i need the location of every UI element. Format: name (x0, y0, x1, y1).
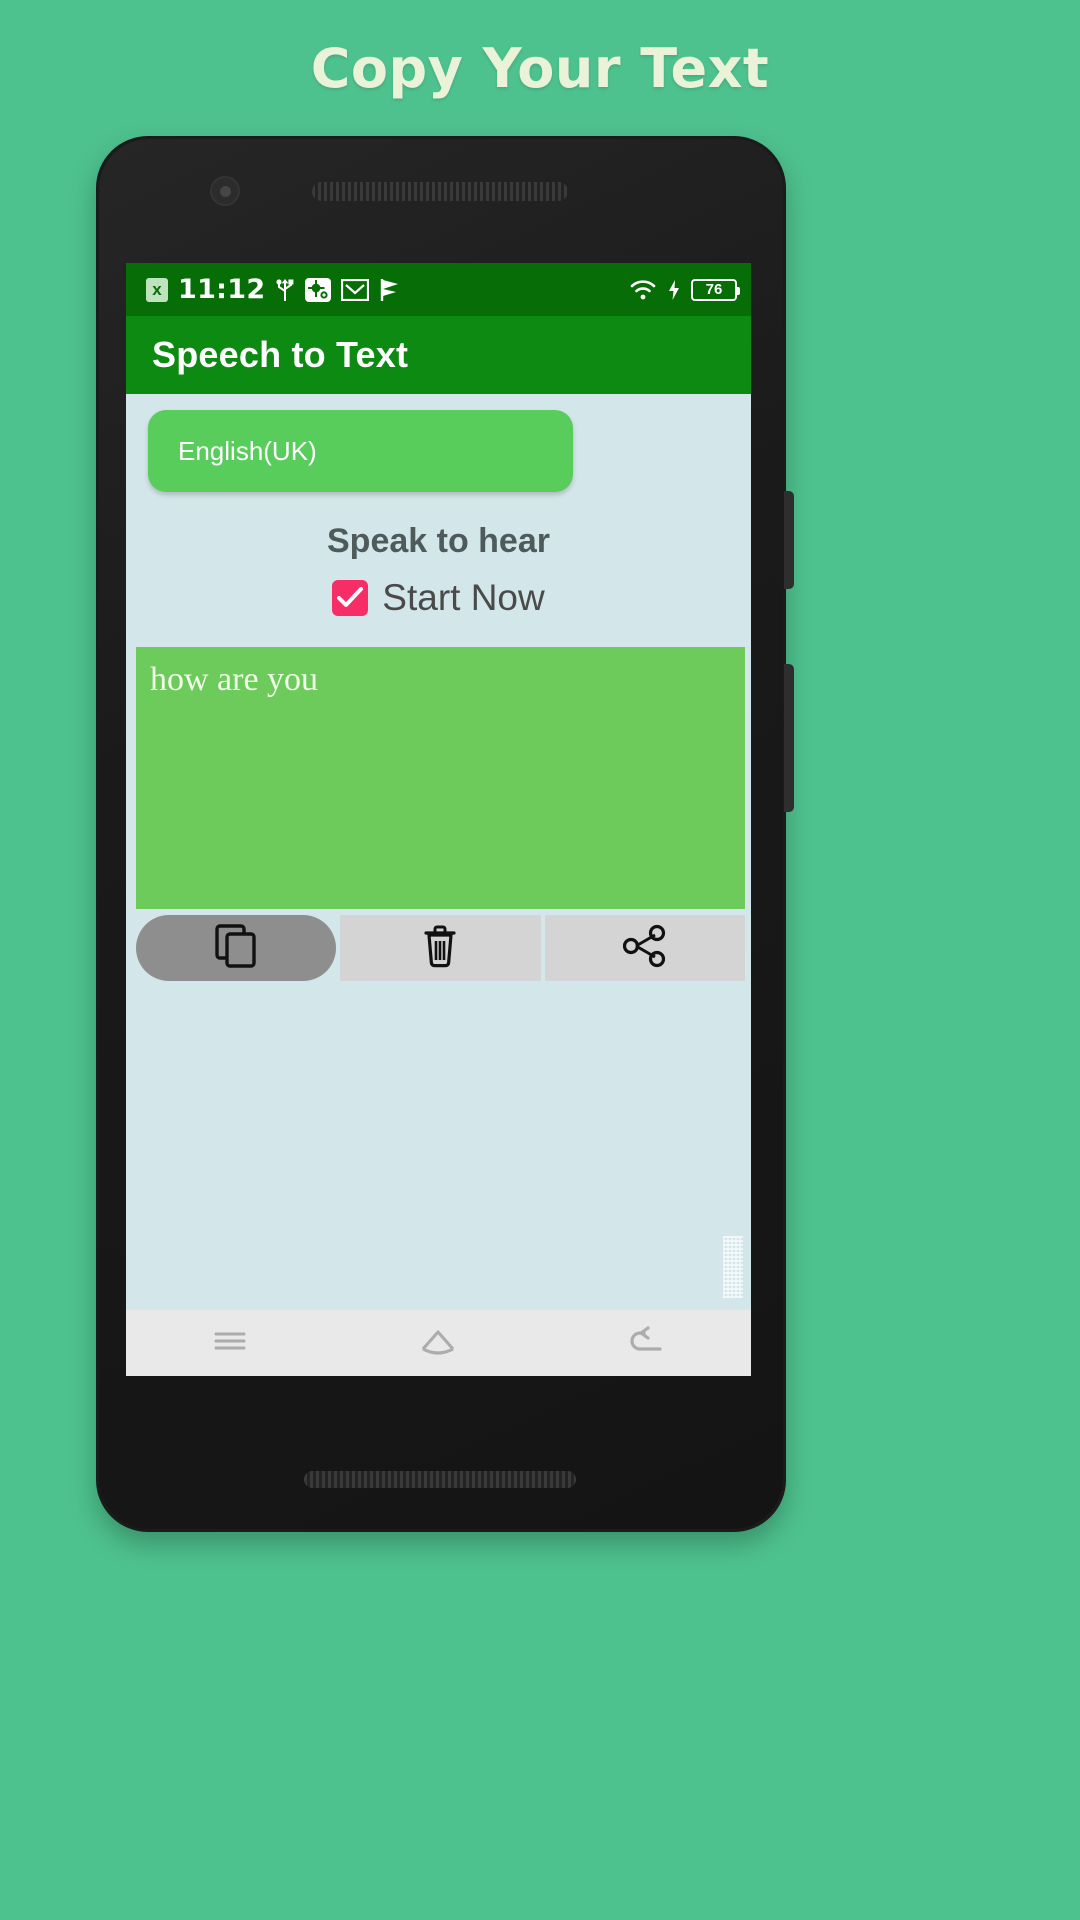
battery-icon: 76 (691, 278, 740, 301)
transcript-text: how are you (150, 661, 319, 698)
front-camera (210, 176, 240, 206)
app-badge-icon: x (146, 277, 168, 302)
action-button-row (136, 915, 745, 981)
delete-button[interactable] (340, 915, 541, 981)
copy-button[interactable] (136, 915, 337, 981)
status-bar-right: 76 (629, 278, 740, 301)
status-bar-clock: 11:12 (178, 274, 266, 305)
phone-screen: x 11:12 76 Speech to Text English(UK) Sp… (126, 263, 751, 1376)
language-spinner-value: English(UK) (178, 435, 317, 466)
menu-icon[interactable] (210, 1326, 250, 1361)
share-button[interactable] (544, 915, 745, 981)
flag-icon (379, 278, 401, 302)
phone-device-frame: x 11:12 76 Speech to Text English(UK) Sp… (96, 136, 794, 1532)
gmail-icon (341, 278, 370, 301)
status-bar: x 11:12 76 (126, 263, 751, 316)
bottom-speaker (304, 1471, 576, 1488)
status-bar-left: x 11:12 (146, 274, 629, 305)
back-icon[interactable] (626, 1325, 668, 1362)
transcript-textarea[interactable]: how are you (136, 647, 745, 909)
power-button[interactable] (784, 491, 794, 589)
charging-bolt-icon (667, 279, 681, 301)
home-icon[interactable] (417, 1324, 459, 1363)
copy-icon (214, 923, 258, 974)
wifi-icon (629, 279, 657, 301)
app-title: Speech to Text (152, 334, 409, 375)
battery-level: 76 (705, 281, 723, 298)
screen-watermark (723, 1236, 743, 1298)
speak-heading: Speak to hear (327, 522, 550, 560)
debug-bug-icon (305, 277, 332, 303)
earpiece-speaker (312, 182, 568, 201)
language-spinner-wrap: English(UK) (126, 394, 751, 492)
start-now-label: Start Now (382, 577, 545, 618)
app-bar: Speech to Text (126, 316, 751, 394)
start-now-row[interactable]: Start Now (126, 577, 751, 619)
page-title: Copy Your Text (310, 36, 770, 100)
share-icon (622, 924, 668, 973)
language-spinner[interactable]: English(UK) (148, 410, 573, 492)
volume-button[interactable] (784, 664, 794, 812)
android-nav-bar (126, 1310, 751, 1376)
trash-icon (420, 923, 460, 974)
usb-icon (275, 277, 295, 303)
app-content: English(UK) Speak to hear Start Now how … (126, 394, 751, 1376)
page-banner: Copy Your Text (0, 0, 1080, 136)
start-now-checkbox[interactable] (332, 580, 369, 616)
